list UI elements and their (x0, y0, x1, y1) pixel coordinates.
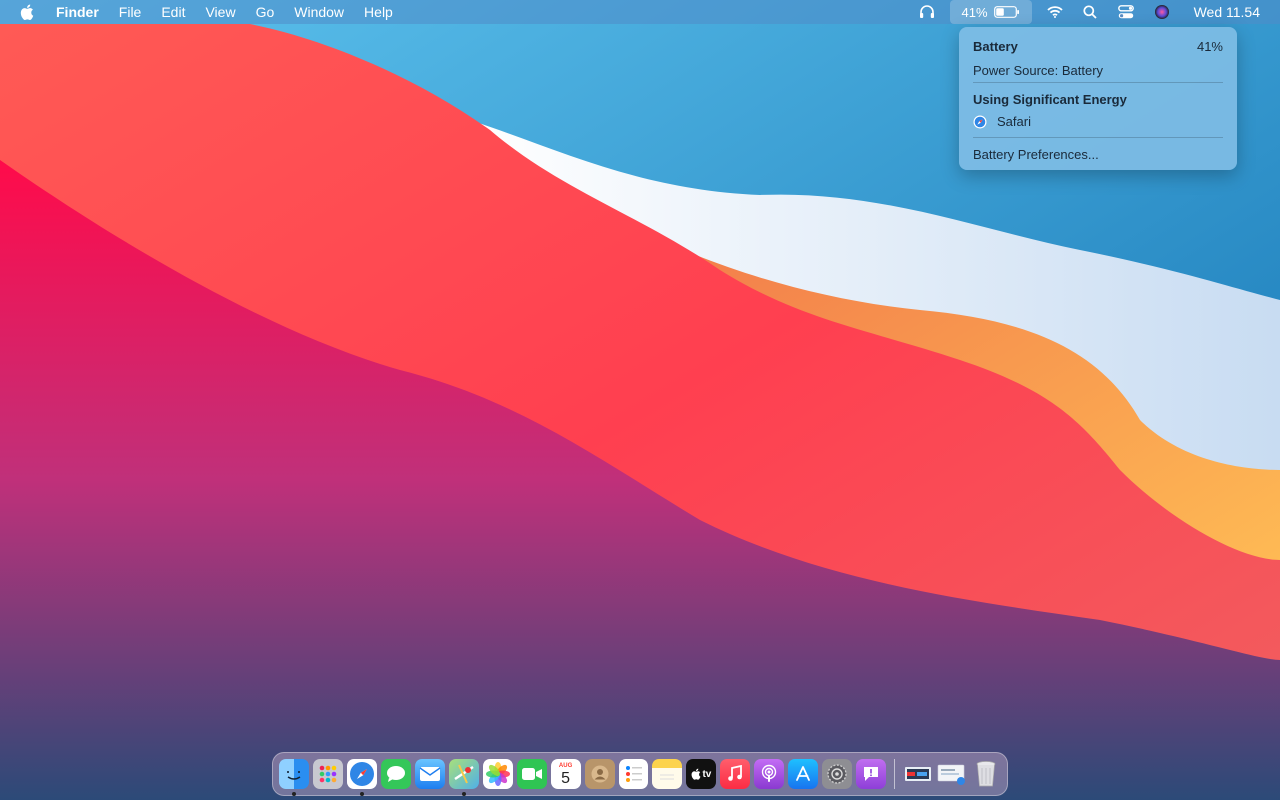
calendar-day: 5 (561, 769, 571, 787)
battery-percent: 41% (961, 4, 988, 20)
dock-app-store[interactable] (788, 759, 819, 789)
headphones-icon[interactable] (910, 0, 944, 24)
apple-logo-icon[interactable] (18, 0, 36, 24)
dock-documents-stack[interactable] (937, 759, 967, 789)
power-source-label: Power Source: Battery (973, 63, 1104, 78)
energy-app-label: Safari (997, 114, 1031, 129)
dock-calendar[interactable]: AUG 5 (550, 759, 581, 789)
app-store-icon (796, 766, 811, 781)
podcasts-icon (762, 764, 777, 782)
dock-tv[interactable]: tv (686, 759, 717, 789)
dock-finder[interactable] (279, 759, 309, 796)
significant-energy-heading: Using Significant Energy (973, 92, 1127, 107)
reminders-icon (625, 766, 642, 782)
popup-divider (973, 82, 1223, 83)
battery-popup-percent: 41% (1196, 39, 1223, 54)
finder-icon (287, 771, 301, 780)
menu-edit[interactable]: Edit (151, 0, 195, 24)
feedback-icon (864, 767, 879, 781)
battery-popup-title: Battery (973, 39, 1018, 54)
popup-divider (973, 137, 1223, 138)
dock-messages[interactable] (380, 759, 411, 789)
menu-go[interactable]: Go (246, 0, 285, 24)
dock: AUG 5 tv (272, 752, 1008, 796)
wifi-icon[interactable] (1038, 0, 1072, 24)
safari-icon (973, 115, 987, 128)
control-center-icon[interactable] (1108, 0, 1144, 24)
gear-icon (827, 764, 847, 784)
dock-photos[interactable] (482, 759, 513, 789)
dock-launchpad[interactable] (312, 759, 343, 789)
dock-system-preferences[interactable] (822, 759, 853, 789)
notes-icon (660, 774, 675, 780)
battery-icon (993, 6, 1019, 18)
dock-feedback-assistant[interactable] (856, 759, 887, 789)
facetime-icon (521, 768, 542, 780)
dock-notes[interactable] (652, 759, 683, 789)
menu-clock[interactable]: Wed 11.54 (1180, 4, 1280, 20)
dock-trash[interactable] (971, 759, 1001, 789)
dock-mail[interactable] (414, 759, 445, 789)
energy-app-safari[interactable]: Safari (973, 114, 1223, 129)
calendar-month: AUG (558, 762, 573, 769)
dock-maps[interactable] (448, 759, 479, 796)
menu-window[interactable]: Window (284, 0, 354, 24)
dock-downloads-stack[interactable] (903, 759, 933, 789)
contacts-icon (591, 765, 609, 783)
stack-thumbnail-icon (905, 767, 932, 781)
running-indicator (359, 792, 364, 796)
menu-file[interactable]: File (109, 0, 152, 24)
dock-facetime[interactable] (516, 759, 547, 789)
launchpad-icon (319, 765, 337, 783)
maps-icon (454, 764, 474, 784)
dock-separator (894, 759, 896, 789)
running-indicator (292, 792, 296, 796)
search-icon[interactable] (1072, 0, 1108, 24)
battery-preferences-item[interactable]: Battery Preferences... (973, 147, 1223, 162)
dock-safari[interactable] (346, 759, 377, 796)
dock-reminders[interactable] (618, 759, 649, 789)
photos-icon (485, 762, 510, 786)
battery-status-item[interactable]: 41% (949, 0, 1032, 24)
dock-podcasts[interactable] (754, 759, 785, 789)
safari-icon (349, 762, 374, 786)
stack-thumbnail-icon (937, 764, 966, 785)
messages-icon (386, 766, 405, 782)
battery-popup-header: Battery 41% (973, 39, 1223, 54)
menu-finder[interactable]: Finder (46, 0, 109, 24)
siri-icon[interactable] (1144, 0, 1180, 24)
battery-popup-menu: Battery 41% Power Source: Battery Using … (959, 27, 1237, 170)
tv-label: tv (702, 768, 712, 780)
music-icon (728, 765, 743, 781)
trash-icon (976, 761, 996, 787)
menu-view[interactable]: View (195, 0, 245, 24)
menu-help[interactable]: Help (354, 0, 403, 24)
running-indicator (461, 792, 466, 796)
menu-bar: Finder File Edit View Go Window Help 41% (0, 0, 1280, 24)
dock-contacts[interactable] (584, 759, 615, 789)
dock-music[interactable] (720, 759, 751, 789)
mail-icon (419, 767, 441, 781)
tv-apple-logo-icon (692, 768, 701, 780)
